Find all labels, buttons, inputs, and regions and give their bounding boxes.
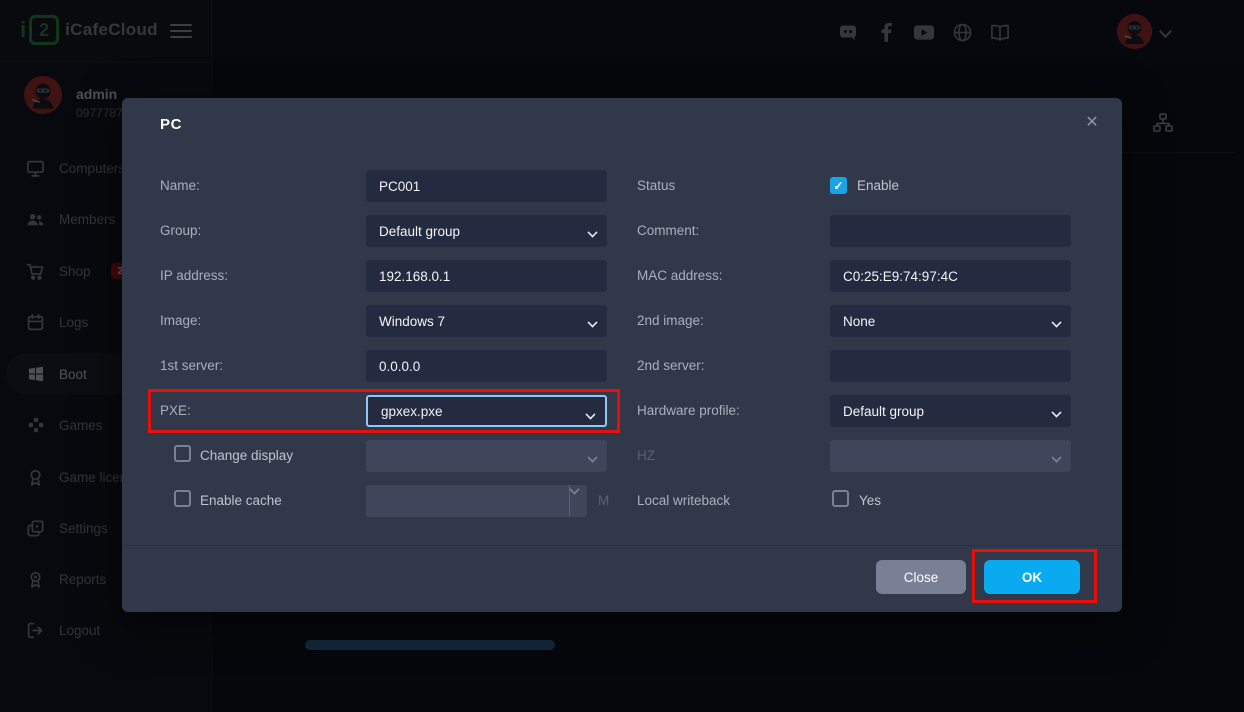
hz-select	[830, 440, 1071, 472]
image-label: Image:	[160, 305, 201, 337]
first-server-value: 0.0.0.0	[379, 359, 420, 374]
change-display-checkbox[interactable]	[174, 445, 191, 462]
cache-size-select	[366, 485, 587, 517]
group-select[interactable]: Default group	[366, 215, 607, 247]
image-select[interactable]: Windows 7	[366, 305, 607, 337]
name-input[interactable]: PC001	[366, 170, 607, 202]
enable-cache-label: Enable cache	[200, 485, 282, 517]
chevron-down-icon	[1052, 408, 1061, 417]
hardware-profile-value: Default group	[843, 404, 924, 419]
name-value: PC001	[379, 179, 420, 194]
second-image-value: None	[843, 314, 875, 329]
image-value: Windows 7	[379, 314, 445, 329]
ip-address-value: 192.168.0.1	[379, 269, 450, 284]
hardware-profile-label: Hardware profile:	[637, 395, 740, 427]
local-writeback-yes-label: Yes	[859, 485, 881, 517]
mac-address-label: MAC address:	[637, 260, 723, 292]
hardware-profile-select[interactable]: Default group	[830, 395, 1071, 427]
cache-unit-label: M	[598, 485, 609, 517]
close-icon[interactable]: ✕	[1080, 110, 1104, 134]
chevron-down-icon	[569, 485, 587, 517]
ip-address-label: IP address:	[160, 260, 228, 292]
dialog-title: PC	[160, 116, 182, 133]
group-label: Group:	[160, 215, 201, 247]
highlight-box-ok	[972, 549, 1097, 603]
chevron-down-icon	[1052, 318, 1061, 327]
app-root: i 2 iCafeCloud	[0, 0, 1244, 712]
chevron-down-icon	[1052, 453, 1061, 462]
status-enable-label: Enable	[857, 170, 899, 202]
close-button[interactable]: Close	[876, 560, 966, 594]
comment-label: Comment:	[637, 215, 699, 247]
pc-dialog: PC ✕ Name: PC001 Status ✓ Enable Group: …	[122, 98, 1122, 612]
second-image-label: 2nd image:	[637, 305, 704, 337]
hz-label: HZ	[637, 440, 655, 472]
chevron-down-icon	[588, 318, 597, 327]
first-server-input[interactable]: 0.0.0.0	[366, 350, 607, 382]
status-label: Status	[637, 170, 675, 202]
mac-address-input[interactable]: C0:25:E9:74:97:4C	[830, 260, 1071, 292]
display-resolution-select	[366, 440, 607, 472]
name-label: Name:	[160, 170, 200, 202]
enable-cache-checkbox[interactable]	[174, 490, 191, 507]
chevron-down-icon	[588, 228, 597, 237]
footer-divider	[122, 545, 1122, 546]
second-server-label: 2nd server:	[637, 350, 705, 382]
highlight-box-pxe	[148, 389, 620, 433]
second-image-select[interactable]: None	[830, 305, 1071, 337]
comment-input[interactable]	[830, 215, 1071, 247]
change-display-label: Change display	[200, 440, 293, 472]
first-server-label: 1st server:	[160, 350, 223, 382]
ip-address-input[interactable]: 192.168.0.1	[366, 260, 607, 292]
status-enable-checkbox[interactable]: ✓	[830, 177, 847, 194]
local-writeback-label: Local writeback	[637, 485, 730, 517]
mac-address-value: C0:25:E9:74:97:4C	[843, 269, 958, 284]
check-icon: ✓	[833, 179, 843, 193]
chevron-down-icon	[588, 453, 597, 462]
group-value: Default group	[379, 224, 460, 239]
local-writeback-checkbox[interactable]	[832, 490, 849, 507]
second-server-input[interactable]	[830, 350, 1071, 382]
